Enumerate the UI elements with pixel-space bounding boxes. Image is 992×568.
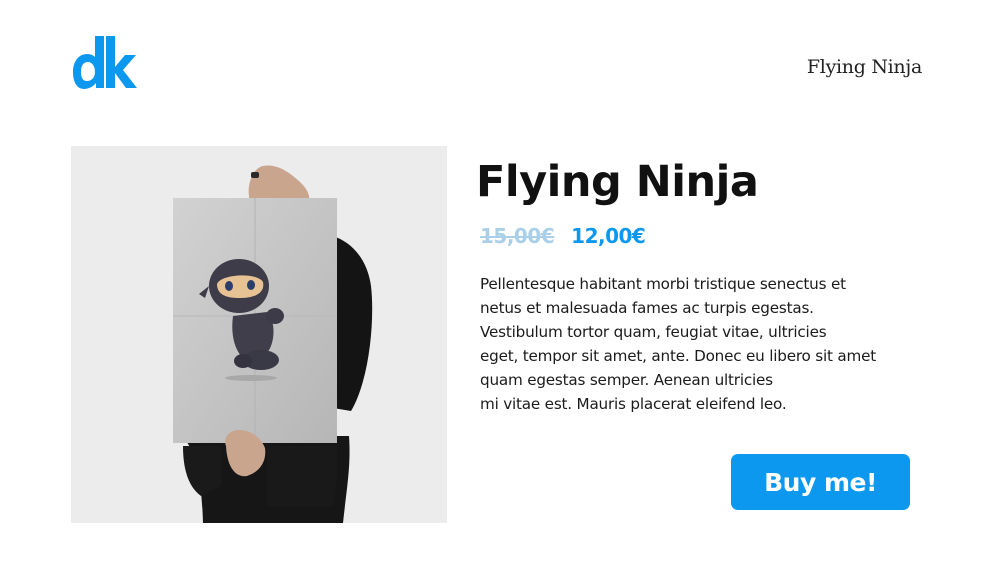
product-image (71, 146, 447, 523)
sale-price: 12,00€ (571, 224, 646, 248)
nav-title-link[interactable]: Flying Ninja (760, 56, 922, 78)
price-row: 15,00€ 12,00€ (480, 224, 646, 248)
site-logo[interactable] (73, 36, 137, 90)
description-line: quam egestas semper. Aenean ultricies (480, 371, 773, 389)
ninja-poster-image (71, 146, 447, 523)
description-line: netus et malesuada fames ac turpis egest… (480, 299, 814, 317)
description-line: eget, tempor sit amet, ante. Donec eu li… (480, 347, 876, 365)
old-price: 15,00€ (480, 224, 555, 248)
description-line: Pellentesque habitant morbi tristique se… (480, 275, 846, 293)
product-title: Flying Ninja (476, 157, 759, 207)
product-description: Pellentesque habitant morbi tristique se… (480, 272, 930, 416)
dk-logo-icon (73, 36, 137, 89)
buy-button[interactable]: Buy me! (731, 454, 910, 510)
description-line: mi vitae est. Mauris placerat eleifend l… (480, 395, 787, 413)
description-line: Vestibulum tortor quam, feugiat vitae, u… (480, 323, 827, 341)
